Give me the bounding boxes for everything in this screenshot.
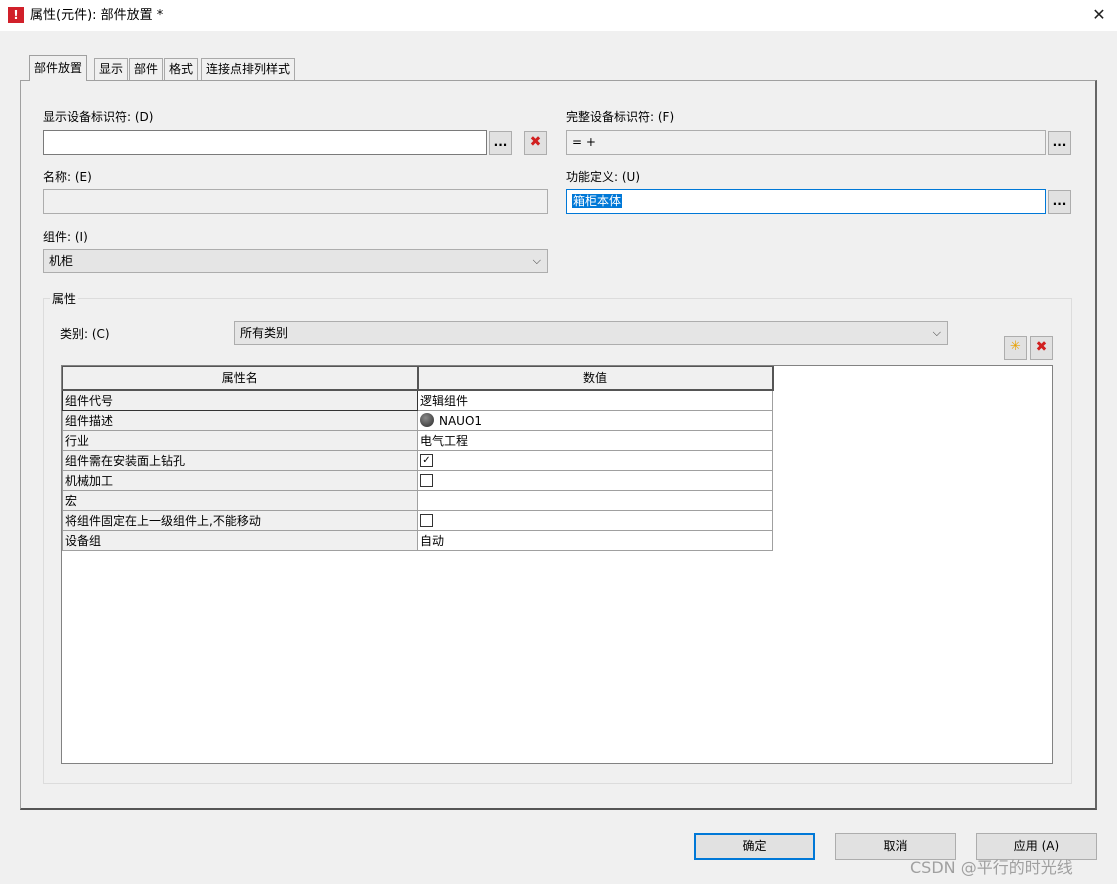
full-id-field[interactable]: = + <box>566 130 1046 155</box>
property-value-cell[interactable] <box>417 470 773 491</box>
new-property-icon[interactable]: ✳ <box>1004 336 1027 360</box>
property-value-cell[interactable]: 电气工程 <box>417 430 773 451</box>
property-name-cell[interactable]: 组件描述 <box>62 410 418 431</box>
checkbox-checked[interactable]: ✓ <box>420 453 433 467</box>
tab-part-placement[interactable]: 部件放置 <box>29 55 88 81</box>
property-value-cell[interactable]: NAUO1 <box>417 410 773 431</box>
property-value-text: NAUO1 <box>439 413 483 428</box>
table-row[interactable]: 设备组 自动 <box>62 530 773 551</box>
close-icon[interactable]: ✕ <box>1086 4 1112 26</box>
category-select-value: 所有类别 <box>240 326 289 340</box>
display-id-input[interactable] <box>43 130 487 155</box>
property-table: 属性名 数值 组件代号 逻辑组件 组件描述 NAUO1 行业 电气工程 组件需在… <box>62 366 774 551</box>
full-id-browse-button[interactable]: ... <box>1048 131 1071 155</box>
table-row[interactable]: 宏 <box>62 490 773 511</box>
globe-icon <box>420 413 434 427</box>
properties-group-label: 属性 <box>50 292 79 306</box>
property-value-cell[interactable]: ✓ <box>417 450 773 471</box>
component-label: 组件: (I) <box>43 230 88 244</box>
property-name-cell[interactable]: 机械加工 <box>62 470 418 491</box>
display-id-label: 显示设备标识符: (D) <box>43 110 154 124</box>
column-header-value[interactable]: 数值 <box>417 366 774 391</box>
table-row[interactable]: 组件描述 NAUO1 <box>62 410 773 431</box>
property-name-cell[interactable]: 组件需在安装面上钻孔 <box>62 450 418 471</box>
property-name-cell[interactable]: 组件代号 <box>62 389 418 411</box>
table-row[interactable]: 组件代号 逻辑组件 <box>62 389 773 411</box>
display-id-browse-button[interactable]: ... <box>489 131 512 155</box>
name-label: 名称: (E) <box>43 170 92 184</box>
property-value-cell[interactable] <box>417 490 773 511</box>
window-title: 属性(元件): 部件放置 * <box>30 8 164 23</box>
property-value-cell[interactable] <box>417 510 773 531</box>
property-grid: 属性名 数值 组件代号 逻辑组件 组件描述 NAUO1 行业 电气工程 组件需在… <box>61 365 1053 764</box>
table-row[interactable]: 行业 电气工程 <box>62 430 773 451</box>
tab-part[interactable]: 部件 <box>129 58 164 80</box>
chevron-down-icon: ⌵ <box>932 326 941 339</box>
table-row[interactable]: 机械加工 <box>62 470 773 491</box>
checkbox-unchecked[interactable] <box>420 513 433 527</box>
column-header-name[interactable]: 属性名 <box>62 366 419 391</box>
property-name-cell[interactable]: 行业 <box>62 430 418 451</box>
tab-format[interactable]: 格式 <box>164 58 199 80</box>
delete-property-icon[interactable]: ✖ <box>1030 336 1053 360</box>
tab-display[interactable]: 显示 <box>94 58 129 80</box>
category-select[interactable]: 所有类别 ⌵ <box>234 321 948 345</box>
function-def-label: 功能定义: (U) <box>566 170 641 184</box>
tab-connection-arrangement[interactable]: 连接点排列样式 <box>201 58 296 80</box>
property-name-cell[interactable]: 宏 <box>62 490 418 511</box>
checkbox-unchecked[interactable] <box>420 473 433 487</box>
property-name-cell[interactable]: 将组件固定在上一级组件上,不能移动 <box>62 510 418 531</box>
name-field[interactable] <box>43 189 548 214</box>
component-select-value: 机柜 <box>49 254 74 268</box>
ok-button[interactable]: 确定 <box>694 833 815 860</box>
component-select[interactable]: 机柜 ⌵ <box>43 249 548 273</box>
function-def-selected-text: 箱柜本体 <box>572 194 623 208</box>
property-name-cell[interactable]: 设备组 <box>62 530 418 551</box>
property-value-cell[interactable]: 自动 <box>417 530 773 551</box>
title-bar: ! 属性(元件): 部件放置 * ✕ <box>0 0 1117 31</box>
chevron-down-icon: ⌵ <box>532 254 541 267</box>
category-label: 类别: (C) <box>60 327 110 341</box>
app-warning-icon: ! <box>8 7 24 23</box>
function-def-input[interactable]: 箱柜本体 <box>566 189 1046 214</box>
watermark: CSDN @平行的时光线 <box>910 858 1073 877</box>
table-row[interactable]: 组件需在安装面上钻孔 ✓ <box>62 450 773 471</box>
table-row[interactable]: 将组件固定在上一级组件上,不能移动 <box>62 510 773 531</box>
display-id-delete-icon[interactable]: ✖ <box>524 131 547 155</box>
function-def-browse-button[interactable]: ... <box>1048 190 1071 214</box>
full-id-label: 完整设备标识符: (F) <box>566 110 675 124</box>
property-value-cell[interactable]: 逻辑组件 <box>417 389 773 411</box>
